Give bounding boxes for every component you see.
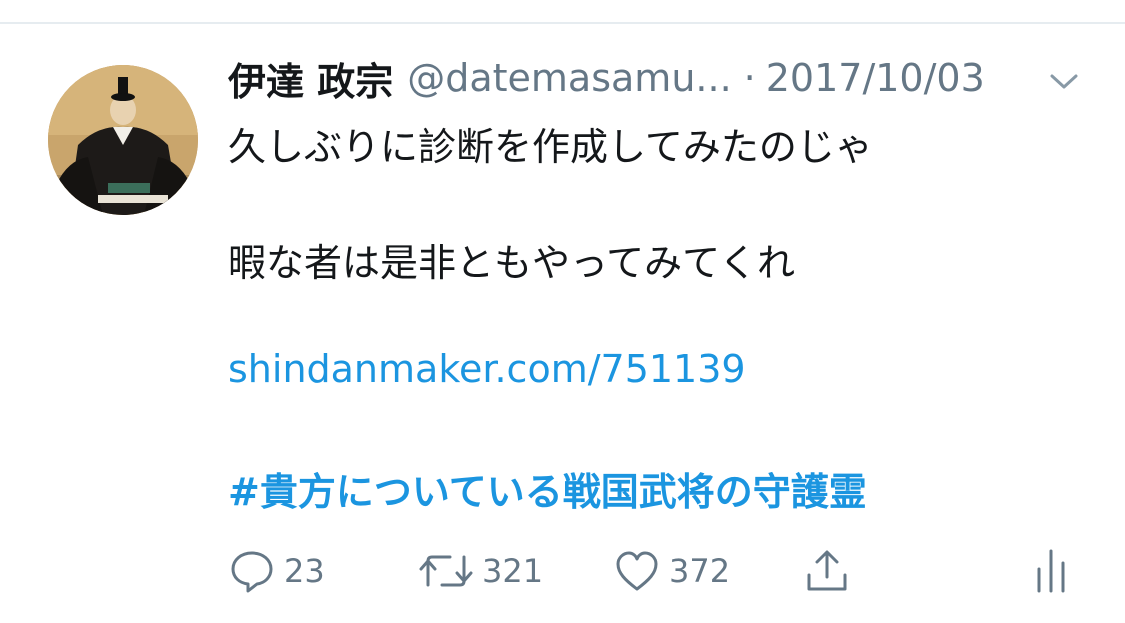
like-button[interactable]: 372	[613, 546, 730, 596]
tweet-header: 伊達 政宗 @datemasamu... · 2017/10/03	[228, 52, 1088, 104]
tweet-date[interactable]: 2017/10/03	[766, 56, 985, 100]
chevron-down-icon[interactable]	[1044, 66, 1084, 96]
separator-dot: ·	[743, 56, 756, 100]
user-handle[interactable]: @datemasamu...	[407, 56, 731, 100]
share-icon	[807, 550, 847, 591]
retweet-icon	[419, 555, 473, 587]
tweet-text-line: 暇な者は是非ともやってみてくれ	[228, 241, 795, 285]
tweet-link[interactable]: shindanmaker.com/751139	[228, 347, 1088, 391]
analytics-button[interactable]	[1034, 546, 1068, 596]
share-button[interactable]	[803, 546, 851, 596]
tweet-text-line: 久しぶりに診断を作成してみたのじゃ	[228, 125, 873, 169]
analytics-icon	[1037, 549, 1065, 593]
avatar[interactable]	[48, 65, 198, 215]
avatar-image	[48, 65, 198, 215]
tweet-hashtag[interactable]: #貴方についている戦国武将の守護霊	[228, 461, 1088, 516]
tweet-actions: 23 321 372	[228, 546, 1088, 596]
like-count: 372	[669, 552, 731, 590]
heart-icon	[616, 551, 658, 591]
reply-icon	[231, 551, 273, 593]
reply-count: 23	[284, 552, 325, 590]
retweet-count: 321	[482, 552, 544, 590]
reply-button[interactable]: 23	[228, 546, 325, 596]
retweet-button[interactable]: 321	[418, 546, 543, 596]
display-name[interactable]: 伊達 政宗	[228, 51, 393, 106]
tweet-page: 伊達 政宗 @datemasamu... · 2017/10/03 久しぶりに診…	[0, 0, 1125, 623]
divider	[0, 22, 1125, 24]
